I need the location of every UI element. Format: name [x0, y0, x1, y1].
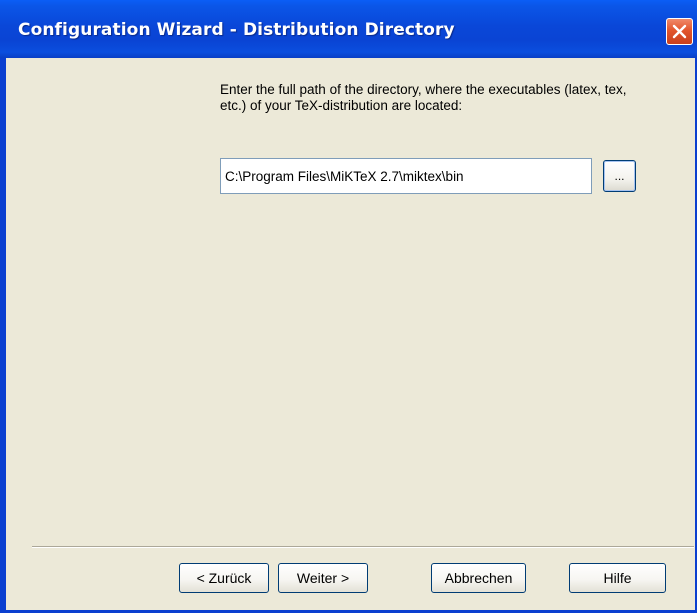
help-button[interactable]: Hilfe — [569, 563, 666, 593]
wizard-page: Enter the full path of the directory, wh… — [6, 58, 695, 610]
close-icon — [672, 24, 687, 39]
next-button[interactable]: Weiter > — [278, 563, 368, 593]
wizard-window: Configuration Wizard - Distribution Dire… — [0, 0, 697, 613]
distribution-path-input[interactable] — [220, 158, 592, 194]
instruction-text: Enter the full path of the directory, wh… — [220, 82, 627, 113]
window-title: Configuration Wizard - Distribution Dire… — [18, 20, 455, 40]
browse-button[interactable]: ... — [603, 160, 636, 192]
title-bar[interactable]: Configuration Wizard - Distribution Dire… — [0, 0, 697, 58]
close-button[interactable] — [666, 18, 693, 45]
separator — [32, 546, 694, 548]
back-button[interactable]: < Zurück — [179, 563, 269, 593]
cancel-button[interactable]: Abbrechen — [431, 563, 526, 593]
